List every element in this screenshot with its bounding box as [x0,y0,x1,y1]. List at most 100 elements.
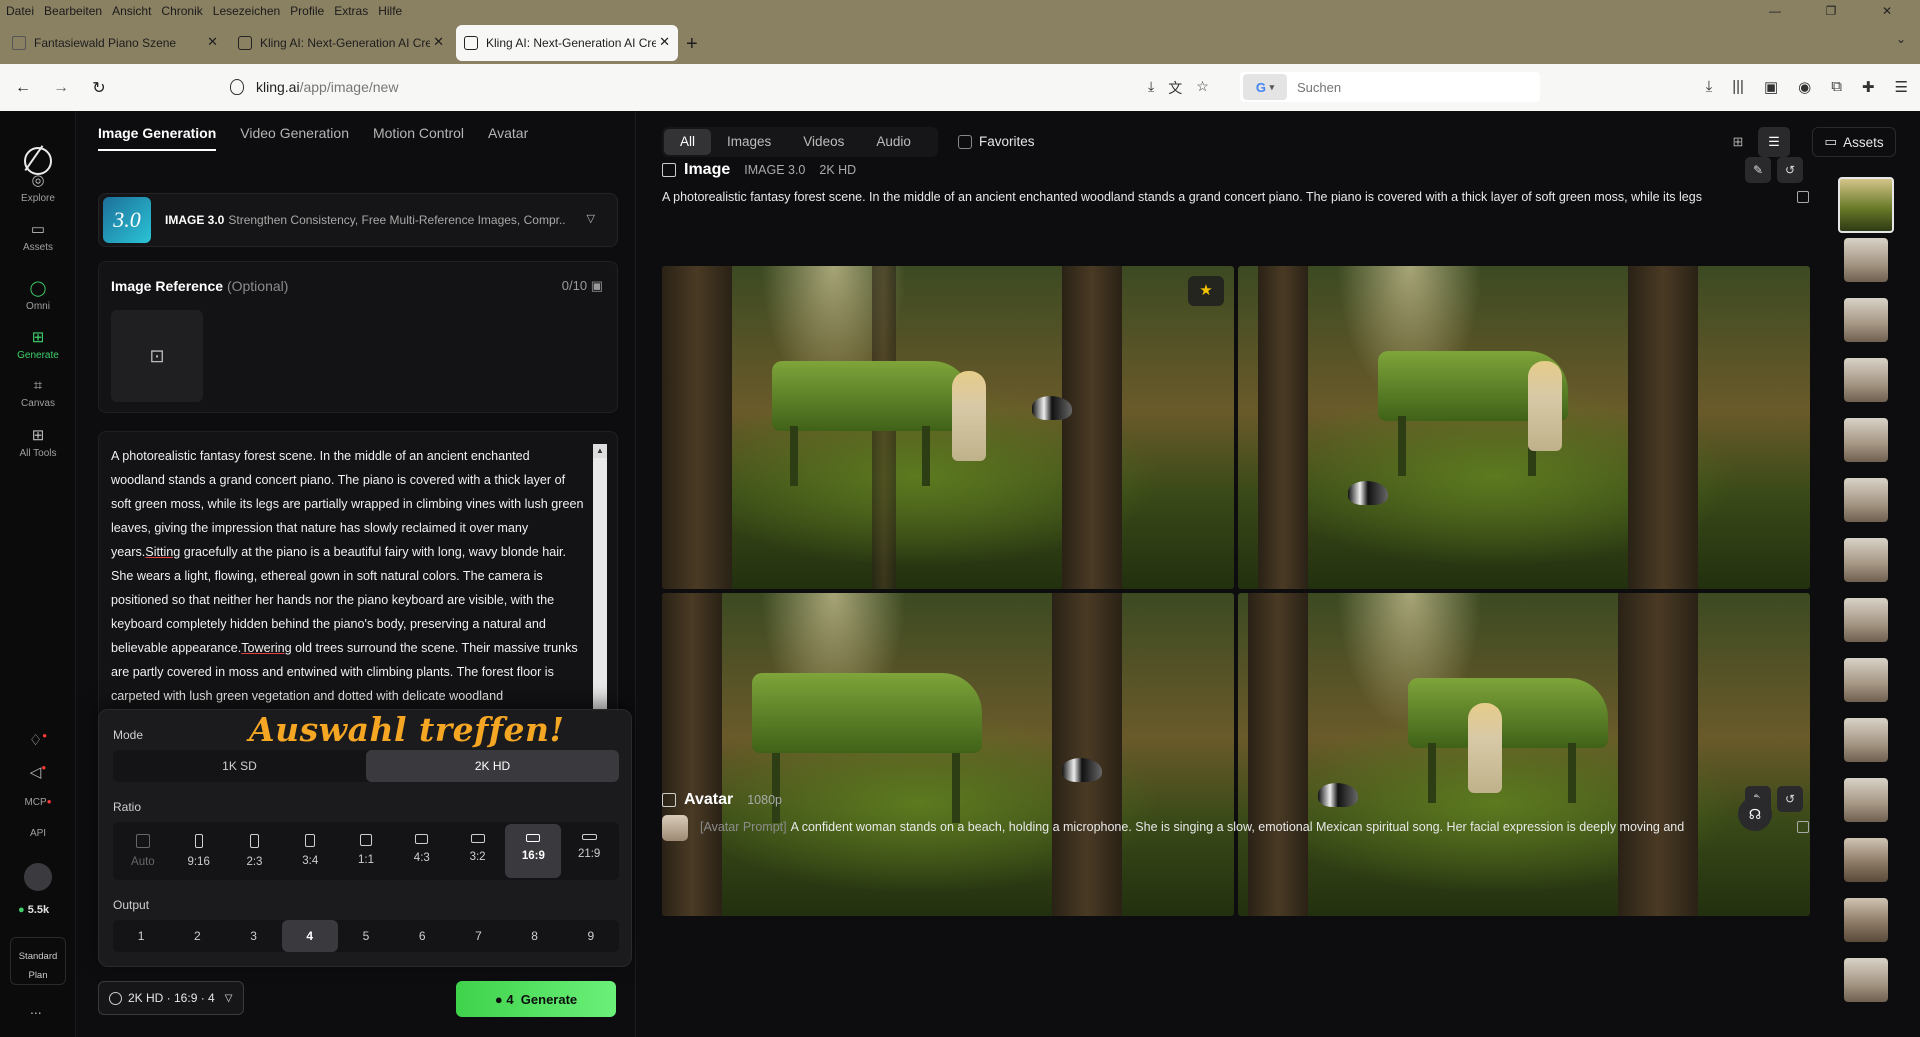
output-option-9[interactable]: 9 [563,920,619,952]
forward-icon[interactable]: → [46,79,76,97]
menu-extras[interactable]: Extras [334,4,368,18]
output-option-3[interactable]: 3 [225,920,281,952]
tab-list-icon[interactable]: ⌄ [1896,32,1906,46]
scroll-up-icon[interactable]: ▲ [593,444,607,458]
output-option-7[interactable]: 7 [450,920,506,952]
copy-icon[interactable] [1797,191,1809,203]
rail-generate[interactable]: ⊞ Generate [0,328,76,361]
support-headset-icon[interactable]: ☊ [1738,797,1772,831]
address-bar[interactable]: kling.ai/app/image/new [230,72,1210,102]
rail-all-tools[interactable]: ⊞ All Tools [0,426,76,459]
search-input[interactable] [1297,79,1517,95]
back-icon[interactable]: ← [8,79,38,97]
app-menu-icon[interactable]: ☰ [1895,78,1908,96]
mode-option-1k-sd[interactable]: 1K SD [113,750,366,782]
library-icon[interactable]: ||| [1732,78,1744,96]
output-option-5[interactable]: 5 [338,920,394,952]
history-thumbnail[interactable] [1844,778,1888,822]
credits-balance[interactable]: ● 5.5k [18,904,49,916]
history-thumbnail[interactable] [1838,177,1894,233]
plan-button[interactable]: Standard Plan [10,937,66,985]
bookmark-star-icon[interactable]: ☆ [1196,78,1209,98]
settings-summary-button[interactable]: 2K HD · 16:9 · 4 ▽ [98,981,244,1015]
generate-button[interactable]: ● 4 Generate [456,981,616,1017]
history-thumbnail[interactable] [1844,898,1888,942]
filter-videos[interactable]: Videos [787,129,860,155]
announcements-icon[interactable]: ◁● [0,763,76,785]
site-info-icon[interactable] [230,79,244,95]
result-image-4[interactable] [1238,593,1810,916]
close-window-icon[interactable]: ✕ [1864,0,1910,22]
ratio-3-2[interactable]: 3:2 [450,824,506,878]
result-image-1[interactable]: ★ [662,266,1234,589]
menu-hilfe[interactable]: Hilfe [378,4,402,18]
rail-explore[interactable]: ◎ Explore [0,171,76,204]
ratio-16-9[interactable]: 16:9 [505,824,562,878]
translate-icon[interactable]: 文 [1168,78,1182,98]
rail-omni[interactable]: ◯ Omni [0,279,76,312]
menu-ansicht[interactable]: Ansicht [112,4,151,18]
menu-lesezeichen[interactable]: Lesezeichen [213,4,280,18]
history-thumbnail[interactable] [1844,958,1888,1002]
new-tab-icon[interactable]: + [686,33,698,56]
output-option-6[interactable]: 6 [394,920,450,952]
account-icon[interactable]: ◉ [1798,78,1811,96]
image-prompt-preview[interactable]: A photorealistic fantasy forest scene. I… [662,190,1782,204]
search-engine-icon[interactable]: G ▾ [1243,74,1287,100]
prompt-scrollbar[interactable]: ▲ [593,444,607,724]
filter-audio[interactable]: Audio [860,129,927,155]
ratio-3-4[interactable]: 3:4 [282,824,338,878]
filter-images[interactable]: Images [711,129,787,155]
search-box[interactable]: G ▾ [1240,72,1540,102]
notifications-icon[interactable]: ♢● [0,731,76,753]
menu-chronik[interactable]: Chronik [161,4,202,18]
browser-tab-3[interactable]: Kling AI: Next-Generation AI Cre ✕ [456,25,678,61]
mode-option-2k-hd[interactable]: 2K HD [366,750,619,782]
avatar-prompt-preview[interactable]: [Avatar Prompt] A confident woman stands … [700,820,1780,834]
history-thumbnail[interactable] [1844,298,1888,342]
history-thumbnail[interactable] [1844,238,1888,282]
ratio-auto[interactable]: Auto [115,824,171,878]
assets-button[interactable]: ▭ Assets [1812,127,1896,157]
favorite-star-icon[interactable]: ★ [1188,276,1224,306]
tab-video-generation[interactable]: Video Generation [240,125,349,151]
install-app-icon[interactable]: ⤓ [1148,78,1154,98]
ratio-1-1[interactable]: 1:1 [338,824,394,878]
history-thumbnail[interactable] [1844,718,1888,762]
model-selector[interactable]: 3.0 IMAGE 3.0 Strengthen Consistency, Fre… [98,193,618,247]
prompt-text[interactable]: A photorealistic fantasy forest scene. I… [111,444,585,708]
edit-icon[interactable]: ✎ [1745,157,1771,183]
rail-assets[interactable]: ▭ Assets [0,220,76,253]
output-option-8[interactable]: 8 [507,920,563,952]
screenshot-icon[interactable]: ⧉ [1831,78,1842,96]
rail-canvas[interactable]: ⌗ Canvas [0,377,76,409]
ratio-9-16[interactable]: 9:16 [171,824,227,878]
ratio-21-9[interactable]: 21:9 [561,824,617,878]
prompt-textarea[interactable]: A photorealistic fantasy forest scene. I… [98,431,618,731]
copy-icon[interactable] [1797,821,1809,833]
tab-motion-control[interactable]: Motion Control [373,125,464,151]
rail-mcp[interactable]: MCP● [0,797,76,808]
output-option-1[interactable]: 1 [113,920,169,952]
regenerate-icon[interactable]: ↺ [1777,157,1803,183]
tab-image-generation[interactable]: Image Generation [98,125,217,151]
close-tab-icon[interactable]: ✕ [659,34,670,50]
menu-profile[interactable]: Profile [290,4,324,18]
avatar[interactable] [24,863,52,891]
history-thumbnail[interactable] [1844,478,1888,522]
history-thumbnail[interactable] [1844,838,1888,882]
ratio-2-3[interactable]: 2:3 [227,824,283,878]
favorites-checkbox[interactable]: Favorites [958,134,1035,149]
regenerate-icon[interactable]: ↺ [1777,786,1803,812]
list-view-icon[interactable]: ☰ [1758,127,1790,157]
history-thumbnail[interactable] [1844,658,1888,702]
rail-api[interactable]: API [0,828,76,839]
history-thumbnail[interactable] [1844,418,1888,462]
menu-datei[interactable]: Datei [6,4,34,18]
history-thumbnail[interactable] [1844,598,1888,642]
more-icon[interactable]: ... [30,1001,42,1017]
grid-view-icon[interactable]: ⊞ [1722,127,1754,157]
output-option-2[interactable]: 2 [169,920,225,952]
result-image-2[interactable] [1238,266,1810,589]
upload-reference-button[interactable]: ⊡ [111,310,203,402]
